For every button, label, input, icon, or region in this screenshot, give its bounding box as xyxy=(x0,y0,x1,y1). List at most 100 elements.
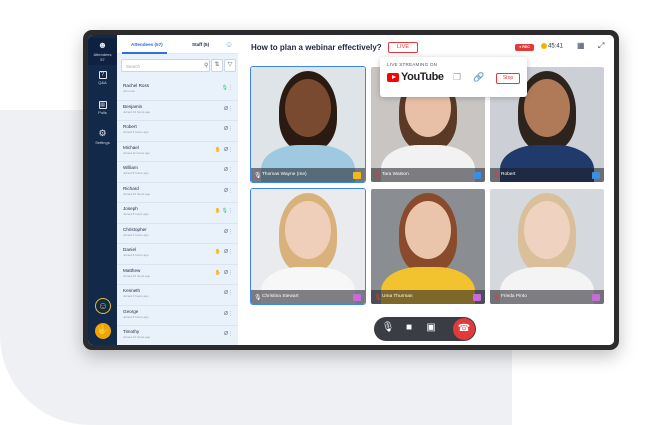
call-controls: 🎙 ■ ▣ ☎ xyxy=(374,317,476,341)
youtube-logo-text: YouTube xyxy=(401,71,444,83)
participant-name: Robert xyxy=(490,168,604,182)
rec-label: REC xyxy=(522,45,530,49)
attendee-join-time: Joined 10 hours ago xyxy=(123,109,151,114)
more-options-icon[interactable]: ⋮ xyxy=(228,311,233,317)
hang-up-button[interactable]: ☎ xyxy=(453,318,475,340)
attendee-name: William xyxy=(123,165,138,170)
more-options-icon[interactable]: ⋮ xyxy=(228,167,233,173)
emoji-icon[interactable]: ☺ xyxy=(95,298,111,314)
attendee-name: Timothy xyxy=(123,329,140,334)
attendee-row[interactable]: Kenneth Joined 4 hours ago Ø ⋮ xyxy=(117,285,238,306)
attendee-join-time: Joined 8 hours ago xyxy=(123,171,149,175)
attendee-name: Robert xyxy=(123,124,137,129)
left-rail: ☻ Attendees 57 ? Q&A ▤ Polls ⚙ Settings … xyxy=(88,35,117,345)
more-options-icon[interactable]: ⋮ xyxy=(228,147,233,153)
attendee-name: Benjamin xyxy=(123,103,143,109)
live-badge[interactable]: LIVE xyxy=(388,42,418,53)
screen-share-icon[interactable]: ▣ xyxy=(424,322,438,333)
rail-qa[interactable]: ? Q&A xyxy=(88,71,117,85)
attendee-join-time: Joined 5 hours ago xyxy=(123,130,149,134)
video-tile[interactable]: Frieda Pinto 🎙 xyxy=(490,189,604,304)
attendee-row[interactable]: Matthew Joined 10 hours ago ✋ Ø ⋮ xyxy=(117,265,238,285)
attendee-join-time: Joined 12 hours ago xyxy=(123,335,151,339)
raised-hand-icon: ✋ xyxy=(214,269,221,276)
attendee-join-time: Joined 10 hours ago xyxy=(123,191,151,196)
more-options-icon[interactable]: ⋮ xyxy=(228,290,233,296)
rail-settings[interactable]: ⚙ Settings xyxy=(88,128,117,145)
participant-face xyxy=(524,79,570,137)
role-crown-icon xyxy=(353,172,361,179)
attendee-list: Rachel Ross Join now 🎙 ⋮ Benjamin Joined 10 h… xyxy=(117,80,238,345)
more-options-icon[interactable]: ⋮ xyxy=(228,270,233,276)
camera-icon[interactable]: ■ xyxy=(402,322,416,333)
stop-stream-button[interactable]: Stop xyxy=(496,73,520,84)
video-tile[interactable]: Christina Stewart 🎙 xyxy=(250,188,366,305)
rec-badge: ● REC xyxy=(515,44,534,51)
attendee-row[interactable]: William Joined 8 hours ago Ø ⋮ xyxy=(117,162,238,183)
more-options-icon[interactable]: ⋮ xyxy=(228,229,233,235)
sort-button[interactable]: ⇅ xyxy=(211,59,223,72)
attendee-row[interactable]: Joseph Joined 5 hours ago ✋ 🎙 ⋮ xyxy=(117,203,238,224)
add-user-icon[interactable]: ☺ xyxy=(225,40,233,49)
timer-value: 45:41 xyxy=(548,43,564,50)
timer-icon xyxy=(541,43,547,49)
panel-tabs: Attendees (57) Staff (5) ☺ xyxy=(117,35,238,54)
role-crown-icon xyxy=(592,294,600,301)
attendee-row[interactable]: Rachel Ross Join now 🎙 ⋮ xyxy=(117,80,238,101)
raise-hand-icon[interactable]: ✋ xyxy=(95,323,111,339)
rail-attendees-count: 57 xyxy=(100,57,105,62)
more-options-icon[interactable]: ⋮ xyxy=(228,331,233,337)
link-icon[interactable]: 🔗 xyxy=(473,72,484,83)
attendee-row[interactable]: George Joined 3 hours ago Ø ⋮ xyxy=(117,306,238,326)
mic-muted-icon: 🎙 xyxy=(374,295,382,301)
participant-name: Tara Watson xyxy=(371,168,485,182)
youtube-icon xyxy=(387,73,399,82)
more-options-icon[interactable]: ⋮ xyxy=(228,85,233,91)
attendee-row[interactable]: Timothy Joined 12 hours ago Ø ⋮ xyxy=(117,326,238,345)
streaming-label: LIVE STREAMING ON xyxy=(387,62,438,67)
attendee-join-time: Joined 2 hours ago xyxy=(123,232,149,237)
attendee-join-time: Join now xyxy=(123,89,135,93)
meeting-timer: 45:41 xyxy=(541,43,563,50)
participant-name: Frieda Pinto xyxy=(490,290,604,304)
attendee-row[interactable]: Richard Joined 10 hours ago Ø ⋮ xyxy=(117,183,238,203)
rail-polls[interactable]: ▤ Polls xyxy=(88,101,117,115)
attendee-row[interactable]: Michael Joined 11 hours ago ✋ Ø ⋮ xyxy=(117,142,238,162)
mic-muted-icon: 🎙 xyxy=(493,173,501,179)
fullscreen-icon[interactable]: ⤢ xyxy=(598,41,604,51)
more-options-icon[interactable]: ⋮ xyxy=(228,208,233,214)
search-input[interactable]: Search ⚲ xyxy=(121,59,210,72)
video-tile[interactable]: Thomas Wayne (me) 🎙 xyxy=(250,66,366,183)
rail-polls-label: Polls xyxy=(98,110,107,115)
rail-attendees[interactable]: ☻ Attendees 57 xyxy=(88,38,117,65)
participant-name: Christina Stewart xyxy=(251,290,365,304)
attendee-row[interactable]: Benjamin Joined 10 hours ago Ø ⋮ xyxy=(117,101,238,121)
grid-view-icon[interactable]: ▦ xyxy=(577,41,585,50)
poll-icon: ▤ xyxy=(98,101,107,109)
attendee-row[interactable]: Daniel Joined 6 hours ago ✋ Ø ⋮ xyxy=(117,244,238,265)
more-options-icon[interactable]: ⋮ xyxy=(228,188,233,194)
more-options-icon[interactable]: ⋮ xyxy=(228,106,233,112)
app-screen: ☻ Attendees 57 ? Q&A ▤ Polls ⚙ Settings … xyxy=(88,35,614,345)
attendee-row[interactable]: Robert Joined 5 hours ago Ø ⋮ xyxy=(117,121,238,142)
mic-on-icon: 🎙 xyxy=(254,295,262,301)
copy-icon[interactable]: ❐ xyxy=(453,72,461,83)
more-options-icon[interactable]: ⋮ xyxy=(228,126,233,132)
tab-staff[interactable]: Staff (5) xyxy=(192,42,209,47)
attendee-name: George xyxy=(123,308,139,314)
filter-button[interactable]: ▽ xyxy=(224,59,236,72)
more-options-icon[interactable]: ⋮ xyxy=(228,249,233,255)
attendee-row[interactable]: Christopher Joined 2 hours ago Ø ⋮ xyxy=(117,224,238,244)
microphone-icon[interactable]: 🎙 xyxy=(381,322,395,333)
role-crown-icon xyxy=(473,294,481,301)
raised-hand-icon: ✋ xyxy=(214,208,221,214)
participant-name: Thomas Wayne (me) xyxy=(251,168,365,182)
raised-hand-icon: ✋ xyxy=(214,249,221,255)
video-tile[interactable]: Uma Thurman 🎙 xyxy=(371,189,485,304)
attendees-panel: Attendees (57) Staff (5) ☺ Search ⚲ ⇅ ▽ … xyxy=(117,35,238,345)
raised-hand-icon: ✋ xyxy=(214,146,221,153)
mic-muted-icon: 🎙 xyxy=(493,295,501,301)
tab-attendees[interactable]: Attendees (57) xyxy=(131,42,163,47)
people-icon: ☻ xyxy=(97,40,108,50)
attendee-name: Kenneth xyxy=(123,288,141,293)
